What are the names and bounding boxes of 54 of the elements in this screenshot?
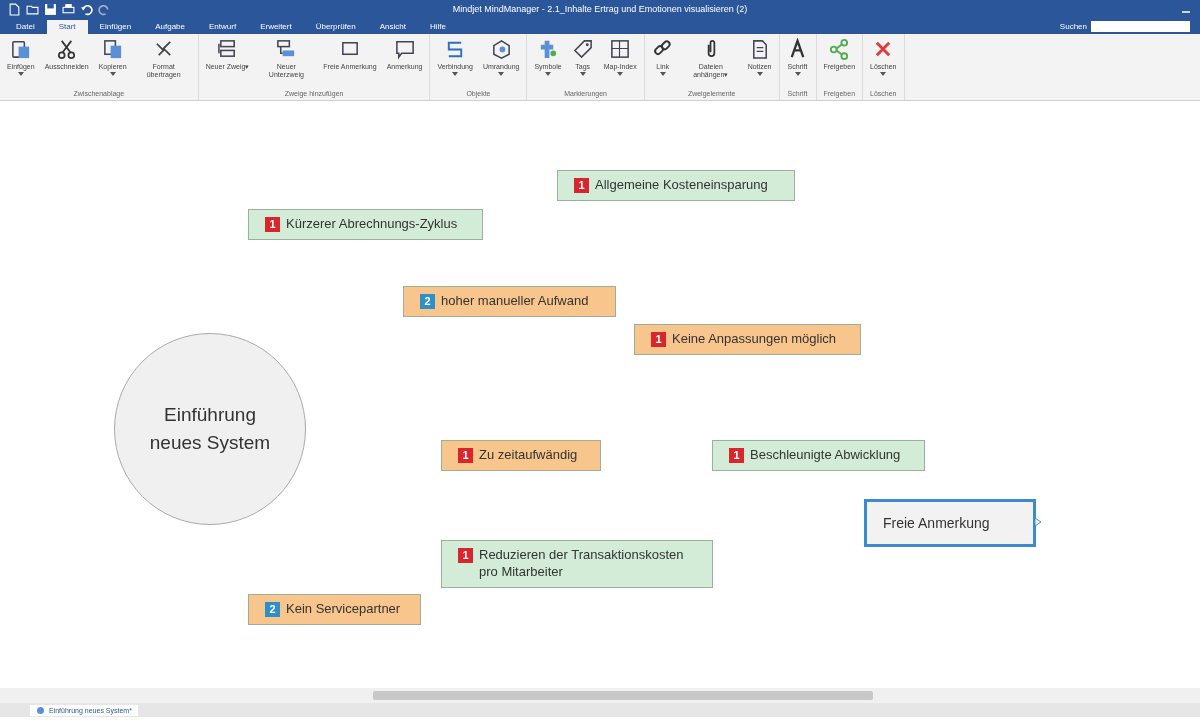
topic-node[interactable]: 1 Zu zeitaufwändig bbox=[441, 440, 601, 471]
priority-badge: 1 bbox=[729, 448, 744, 463]
scissors-icon bbox=[55, 38, 78, 60]
topic-text: Zu zeitaufwändig bbox=[479, 447, 578, 464]
ribbon-tab[interactable]: Überprüfen bbox=[303, 20, 368, 34]
copy-icon bbox=[101, 38, 124, 60]
topic-text: Kürzerer Abrechnungs-Zyklus bbox=[286, 216, 458, 233]
new-file-icon[interactable] bbox=[8, 2, 21, 16]
clipboard-icon bbox=[9, 38, 32, 60]
priority-badge: 1 bbox=[651, 332, 666, 347]
topic-text: Kein Servicepartner bbox=[286, 601, 401, 618]
ribbon-tab[interactable]: Start bbox=[46, 20, 88, 34]
ribbon-tab[interactable]: Entwurf bbox=[197, 20, 249, 34]
topic-text: hoher manueller Aufwand bbox=[441, 293, 589, 310]
search-label: Suchen bbox=[1059, 22, 1087, 31]
boundary-icon bbox=[490, 38, 513, 60]
share-icon bbox=[828, 38, 851, 60]
priority-badge: 2 bbox=[265, 602, 280, 617]
central-topic[interactable]: Einführung neues System bbox=[114, 333, 306, 525]
topic-node[interactable]: 1 Beschleunigte Abwicklung bbox=[712, 440, 925, 471]
search-field[interactable] bbox=[1091, 21, 1190, 32]
resize-handle[interactable] bbox=[1034, 518, 1042, 526]
priority-badge: 1 bbox=[265, 217, 280, 232]
topic-text: Allgemeine Kosteneinsparung bbox=[595, 177, 768, 194]
undo-icon[interactable] bbox=[80, 2, 93, 16]
topic-node[interactable]: 1 Allgemeine Kosteneinsparung bbox=[557, 170, 795, 201]
priority-badge: 2 bbox=[420, 294, 435, 309]
tag-icon bbox=[571, 38, 594, 60]
grid-index-icon bbox=[609, 38, 632, 60]
ribbon-tab[interactable]: Aufgabe bbox=[143, 20, 197, 34]
priority-badge: 1 bbox=[574, 178, 589, 193]
topic-node[interactable]: 2 Kein Servicepartner bbox=[248, 594, 421, 625]
free-note[interactable]: Freie Anmerkung bbox=[864, 499, 1036, 547]
redo-icon[interactable] bbox=[98, 2, 111, 16]
map-icon bbox=[36, 705, 45, 715]
ribbon-tab[interactable]: Datei bbox=[4, 20, 47, 34]
window-title: Mindjet MindManager - 2.1_Inhalte Ertrag und Emotionen visualisieren (2) bbox=[452, 4, 748, 14]
topic-node[interactable]: 1 Keine Anpassungen möglich bbox=[634, 324, 861, 355]
topic-text: Keine Anpassungen möglich bbox=[672, 331, 837, 348]
topic-node[interactable]: 2 hoher manueller Aufwand bbox=[403, 286, 616, 317]
ribbon-tab[interactable]: Ansicht bbox=[367, 20, 418, 34]
ribbon-tab[interactable]: Einfügen bbox=[87, 20, 144, 34]
priority-badge: 1 bbox=[458, 548, 473, 563]
ribbon-tab[interactable]: Hilfe bbox=[417, 20, 458, 34]
print-icon[interactable] bbox=[62, 2, 75, 16]
topic-node[interactable]: 1 Kürzerer Abrechnungs-Zyklus bbox=[248, 209, 483, 240]
topic-text: Reduzieren der Transaktionskosten pro Mitarbeiter bbox=[479, 547, 685, 581]
topic-node[interactable]: 1 Reduzieren der Transaktionskosten pro Mitarbeiter bbox=[441, 540, 713, 588]
scrollbar-thumb[interactable] bbox=[373, 691, 873, 700]
save-icon[interactable] bbox=[44, 2, 57, 16]
callout-icon bbox=[393, 38, 416, 60]
topic-text: Beschleunigte Abwicklung bbox=[750, 447, 901, 464]
ribbon-tab[interactable]: Erweitert bbox=[248, 20, 304, 34]
priority-badge: 1 bbox=[458, 448, 473, 463]
